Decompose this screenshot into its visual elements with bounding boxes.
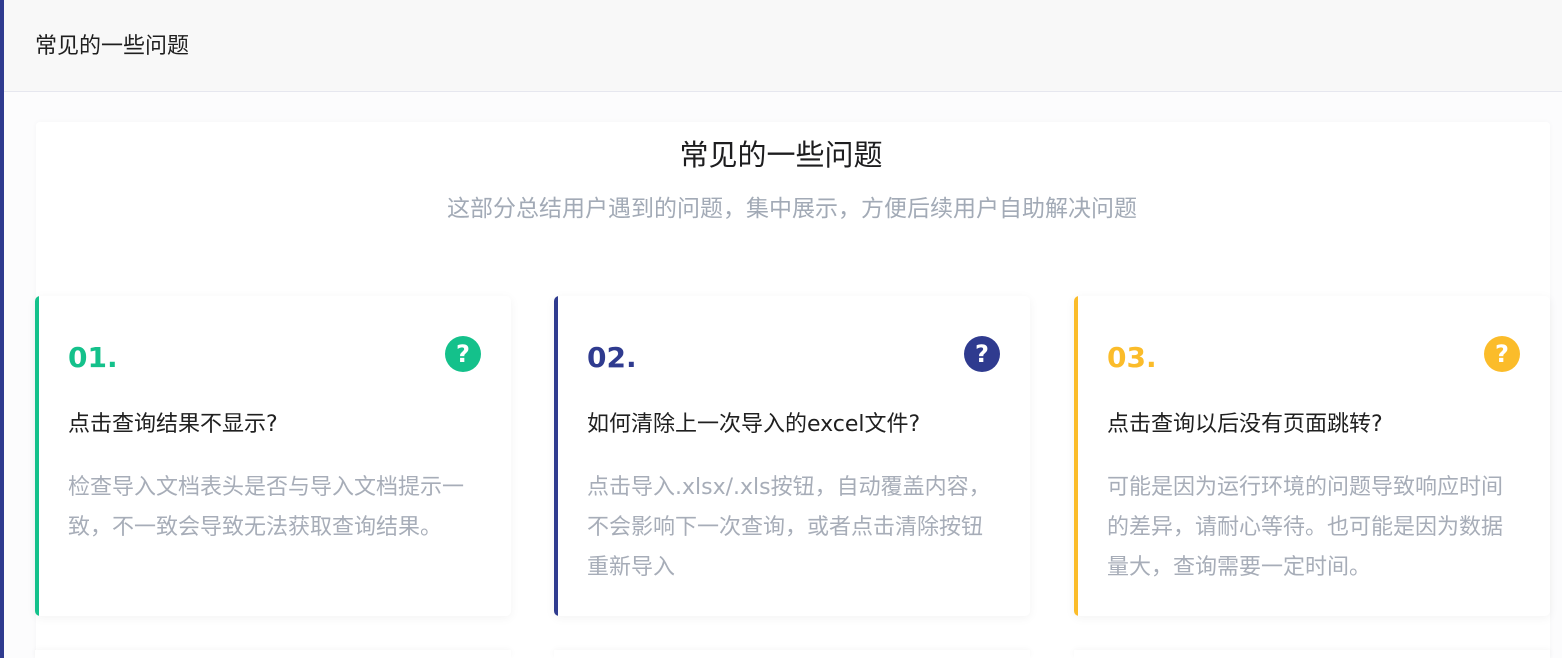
card-accent-bar	[35, 296, 39, 616]
section-subtitle: 这部分总结用户遇到的问题，集中展示，方便后续用户自助解决问题	[447, 196, 1137, 222]
card-question: 点击查询以后没有页面跳转?	[1107, 412, 1383, 437]
card-accent-bar	[1074, 296, 1078, 616]
card-answer: 点击导入.xlsx/.xls按钮，自动覆盖内容，不会影响下一次查询，或者点击清除…	[587, 475, 991, 580]
faq-card-01: 01. ? 点击查询结果不显示? 检查导入文档表头是否与导入文档提示一致，不一致…	[35, 296, 511, 616]
page-header: 常见的一些问题	[4, 0, 1562, 92]
card-number: 01.	[68, 341, 118, 374]
card-answer: 检查导入文档表头是否与导入文档提示一致，不一致会导致无法获取查询结果。	[68, 475, 465, 540]
next-card-preview	[1074, 650, 1550, 658]
faq-page: 常见的一些问题 常见的一些问题 这部分总结用户遇到的问题，集中展示，方便后续用户…	[0, 0, 1562, 658]
faq-card-02: 02. ? 如何清除上一次导入的excel文件? 点击导入.xlsx/.xls按…	[554, 296, 1030, 616]
card-number: 03.	[1107, 341, 1157, 374]
next-card-preview	[554, 650, 1030, 658]
page-title: 常见的一些问题	[35, 34, 190, 59]
question-circle-icon: ?	[1484, 336, 1520, 372]
question-circle-icon: ?	[445, 336, 481, 372]
card-number: 02.	[587, 341, 637, 374]
card-question: 点击查询结果不显示?	[68, 412, 278, 437]
card-question: 如何清除上一次导入的excel文件?	[587, 412, 921, 437]
faq-card-03: 03. ? 点击查询以后没有页面跳转? 可能是因为运行环境的问题导致响应时间的差…	[1074, 296, 1550, 616]
question-circle-icon: ?	[964, 336, 1000, 372]
card-accent-bar	[554, 296, 558, 616]
next-card-preview	[35, 650, 511, 658]
section-title: 常见的一些问题	[679, 138, 883, 172]
card-answer: 可能是因为运行环境的问题导致响应时间的差异，请耐心等待。也可能是因为数据量大，查…	[1107, 475, 1504, 580]
left-accent-bar	[0, 0, 4, 658]
